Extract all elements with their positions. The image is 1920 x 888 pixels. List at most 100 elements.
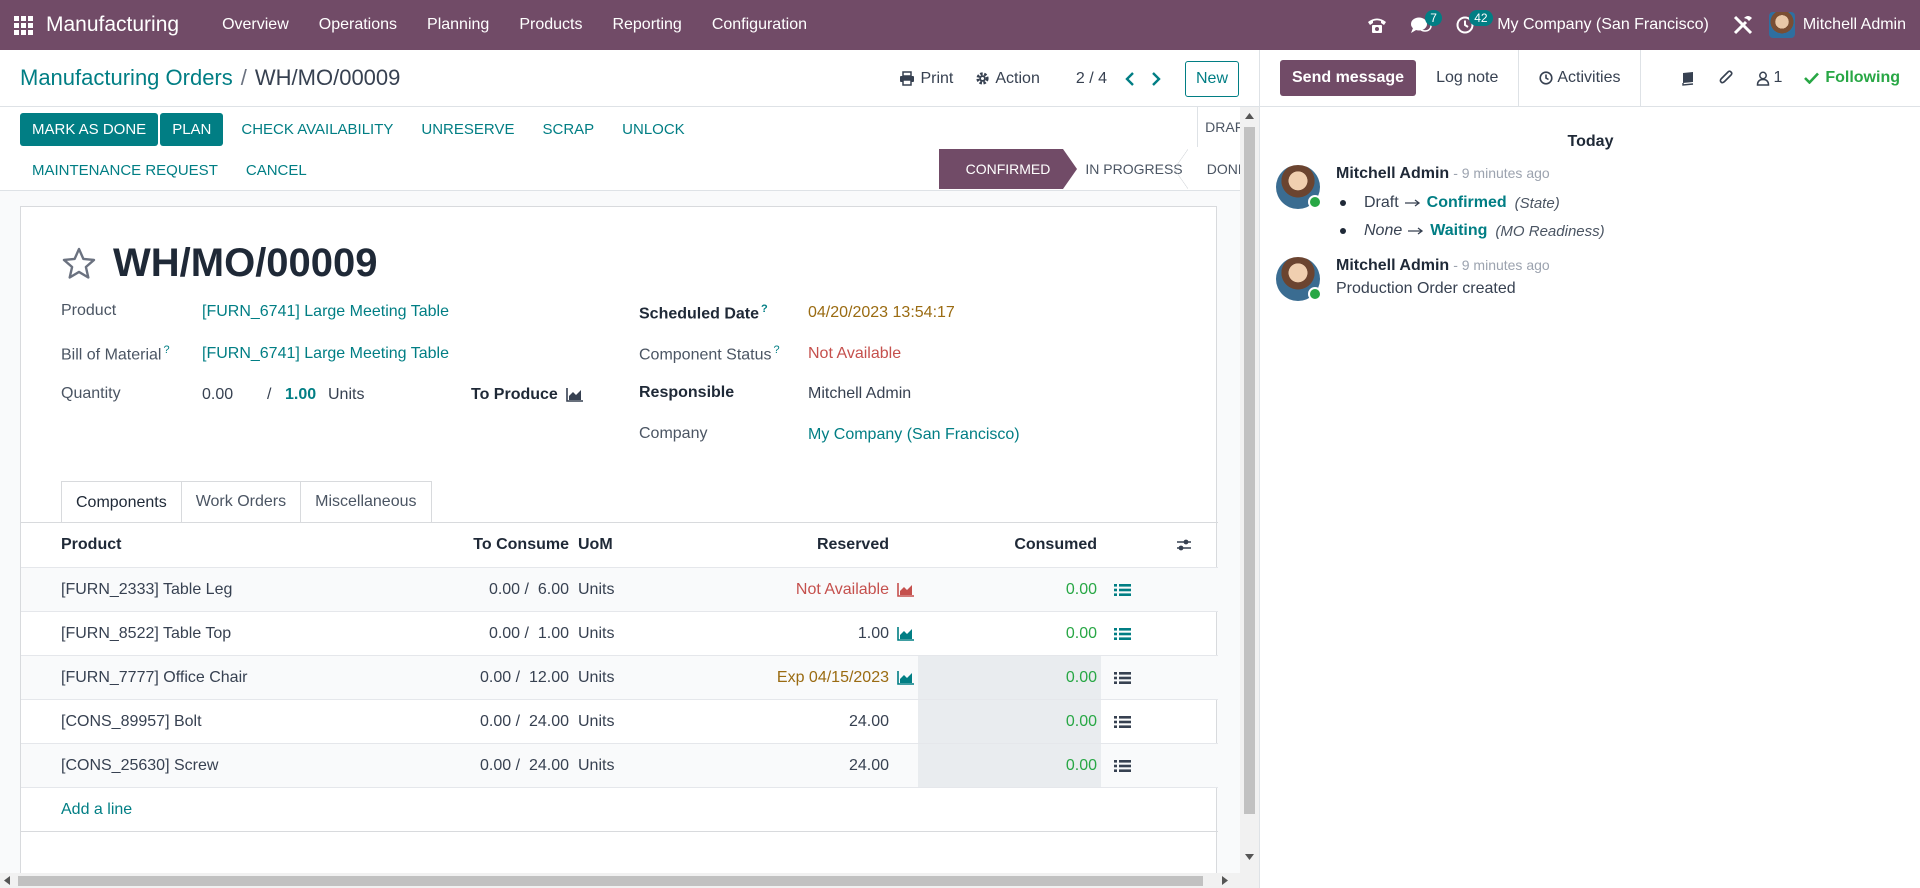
menu-products[interactable]: Products [504, 16, 597, 34]
knowledge-book-icon[interactable] [1680, 71, 1696, 86]
unreserve-button[interactable]: UNRESERVE [409, 113, 526, 146]
header-uom[interactable]: UoM [578, 523, 613, 567]
form-statusbar: MARK AS DONE PLAN CHECK AVAILABILITY UNR… [0, 107, 1259, 191]
table-row[interactable]: [FURN_7777] Office Chair 0.00 / 12.00 Un… [21, 656, 1218, 700]
stage-in-progress[interactable]: IN PROGRESS [1063, 149, 1188, 189]
quantity-separator: / [267, 386, 272, 403]
date-separator: Today [1567, 133, 1614, 150]
cancel-button[interactable]: CANCEL [234, 154, 319, 187]
menu-reporting[interactable]: Reporting [597, 16, 696, 34]
scrap-button[interactable]: SCRAP [530, 113, 606, 146]
main-menu: Overview Operations Planning Products Re… [207, 16, 822, 34]
table-row[interactable]: [FURN_8522] Table Top 0.00 / 1.00 Units … [21, 612, 1218, 656]
menu-operations[interactable]: Operations [304, 16, 412, 34]
pager-previous-icon[interactable] [1117, 71, 1143, 86]
company-field[interactable]: My Company (San Francisco) [808, 426, 1020, 444]
forecast-chart-icon[interactable] [897, 656, 915, 699]
details-list-icon[interactable] [1114, 700, 1131, 743]
responsible-field[interactable]: Mitchell Admin [808, 385, 911, 403]
log-note-button[interactable]: Log note [1416, 60, 1518, 96]
message-date: - 9 minutes ago [1453, 165, 1550, 181]
header-to-consume[interactable]: To Consume [421, 523, 569, 567]
menu-configuration[interactable]: Configuration [697, 16, 822, 34]
row-consumed[interactable]: 0.00 [971, 612, 1097, 655]
tracking-row: Draft Confirmed (State) [1340, 189, 1896, 217]
mark-as-done-button[interactable]: MARK AS DONE [20, 113, 159, 146]
star-icon[interactable] [61, 246, 97, 282]
gear-icon [976, 72, 989, 85]
row-reserved: 24.00 [848, 712, 889, 730]
row-reserved: 1.00 [857, 624, 889, 642]
row-to-consume: 0.00 / 24.00 [480, 712, 569, 730]
menu-planning[interactable]: Planning [412, 16, 504, 34]
table-row[interactable]: [FURN_2333] Table Leg 0.00 / 6.00 Units … [21, 568, 1218, 612]
followers-button[interactable]: 1 [1756, 69, 1782, 87]
app-switcher-icon[interactable] [0, 0, 46, 50]
message-author[interactable]: Mitchell Admin [1336, 257, 1449, 274]
new-button[interactable]: New [1184, 60, 1239, 97]
plan-button[interactable]: PLAN [160, 113, 224, 146]
tracking-row: None Waiting (MO Readiness) [1340, 217, 1896, 245]
debug-tools-icon[interactable] [1723, 14, 1763, 36]
row-consumed[interactable]: 0.00 [971, 568, 1097, 611]
product-field[interactable]: [FURN_6741] Large Meeting Table [202, 303, 449, 321]
maintenance-request-button[interactable]: MAINTENANCE REQUEST [20, 154, 230, 187]
breadcrumb-parent[interactable]: Manufacturing Orders [20, 65, 233, 91]
header-product[interactable]: Product [61, 523, 121, 567]
bom-field[interactable]: [FURN_6741] Large Meeting Table [202, 345, 449, 363]
horizontal-scrollbar[interactable] [0, 873, 1240, 888]
row-consumed[interactable]: 0.00 [971, 656, 1097, 699]
tab-miscellaneous[interactable]: Miscellaneous [300, 481, 432, 522]
forecast-chart-icon[interactable] [897, 568, 915, 611]
optional-columns-icon[interactable] [1176, 523, 1192, 567]
add-a-line-link[interactable]: Add a line [61, 788, 132, 832]
tab-work-orders[interactable]: Work Orders [180, 481, 302, 522]
online-status-icon [1308, 195, 1322, 209]
table-row[interactable]: [CONS_25630] Screw 0.00 / 24.00 Units 24… [21, 744, 1218, 788]
user-name: Mitchell Admin [1802, 16, 1906, 33]
tracking-field: (MO Readiness) [1495, 222, 1605, 240]
row-to-consume: 0.00 / 1.00 [488, 624, 569, 642]
message-date: - 9 minutes ago [1453, 257, 1550, 273]
table-row[interactable]: [CONS_89957] Bolt 0.00 / 24.00 Units 24.… [21, 700, 1218, 744]
messages-icon[interactable]: 7 [1399, 0, 1443, 50]
company-switcher[interactable]: My Company (San Francisco) [1497, 16, 1709, 34]
activities-clock-icon[interactable]: 42 [1443, 0, 1493, 50]
following-button[interactable]: Following [1804, 69, 1900, 87]
arrow-right-icon [1408, 227, 1424, 235]
row-consumed[interactable]: 0.00 [971, 744, 1097, 787]
details-list-icon[interactable] [1114, 612, 1131, 655]
app-name[interactable]: Manufacturing [46, 13, 179, 37]
activities-button[interactable]: Activities [1518, 49, 1642, 107]
menu-overview[interactable]: Overview [207, 16, 304, 34]
paperclip-icon[interactable] [1718, 69, 1734, 87]
messages-badge: 7 [1425, 10, 1442, 26]
header-reserved[interactable]: Reserved [721, 523, 889, 567]
check-availability-button[interactable]: CHECK AVAILABILITY [229, 113, 405, 146]
voip-phone-icon[interactable] [1355, 0, 1399, 50]
scheduled-date-field[interactable]: 04/20/2023 13:54:17 [808, 304, 955, 322]
tab-components[interactable]: Components [61, 481, 182, 523]
pager-value[interactable]: 2 / 4 [1076, 70, 1107, 88]
print-button[interactable]: Print [899, 70, 953, 88]
send-message-button[interactable]: Send message [1280, 60, 1417, 96]
message-author[interactable]: Mitchell Admin [1336, 165, 1449, 182]
user-menu[interactable]: Mitchell Admin [1768, 12, 1906, 38]
details-list-icon[interactable] [1114, 568, 1131, 611]
forecast-chart-icon[interactable] [897, 612, 915, 655]
forecast-chart-icon[interactable] [566, 387, 584, 402]
form-sheet: WH/MO/00009 Product [FURN_6741] Large Me… [20, 206, 1218, 873]
quantity-done-field[interactable]: 0.00 [202, 386, 233, 404]
header-consumed[interactable]: Consumed [971, 523, 1097, 567]
breadcrumb-current: WH/MO/00009 [254, 65, 401, 90]
stage-confirmed[interactable]: CONFIRMED [939, 149, 1077, 189]
pager-next-icon[interactable] [1143, 71, 1169, 86]
product-label: Product [61, 302, 117, 319]
vertical-scrollbar[interactable] [1240, 107, 1259, 888]
unlock-button[interactable]: UNLOCK [610, 113, 697, 146]
details-list-icon[interactable] [1114, 744, 1131, 787]
details-list-icon[interactable] [1114, 656, 1131, 699]
row-consumed[interactable]: 0.00 [971, 700, 1097, 743]
quantity-total-field[interactable]: 1.00 [285, 386, 316, 404]
action-button[interactable]: Action [975, 70, 1040, 88]
